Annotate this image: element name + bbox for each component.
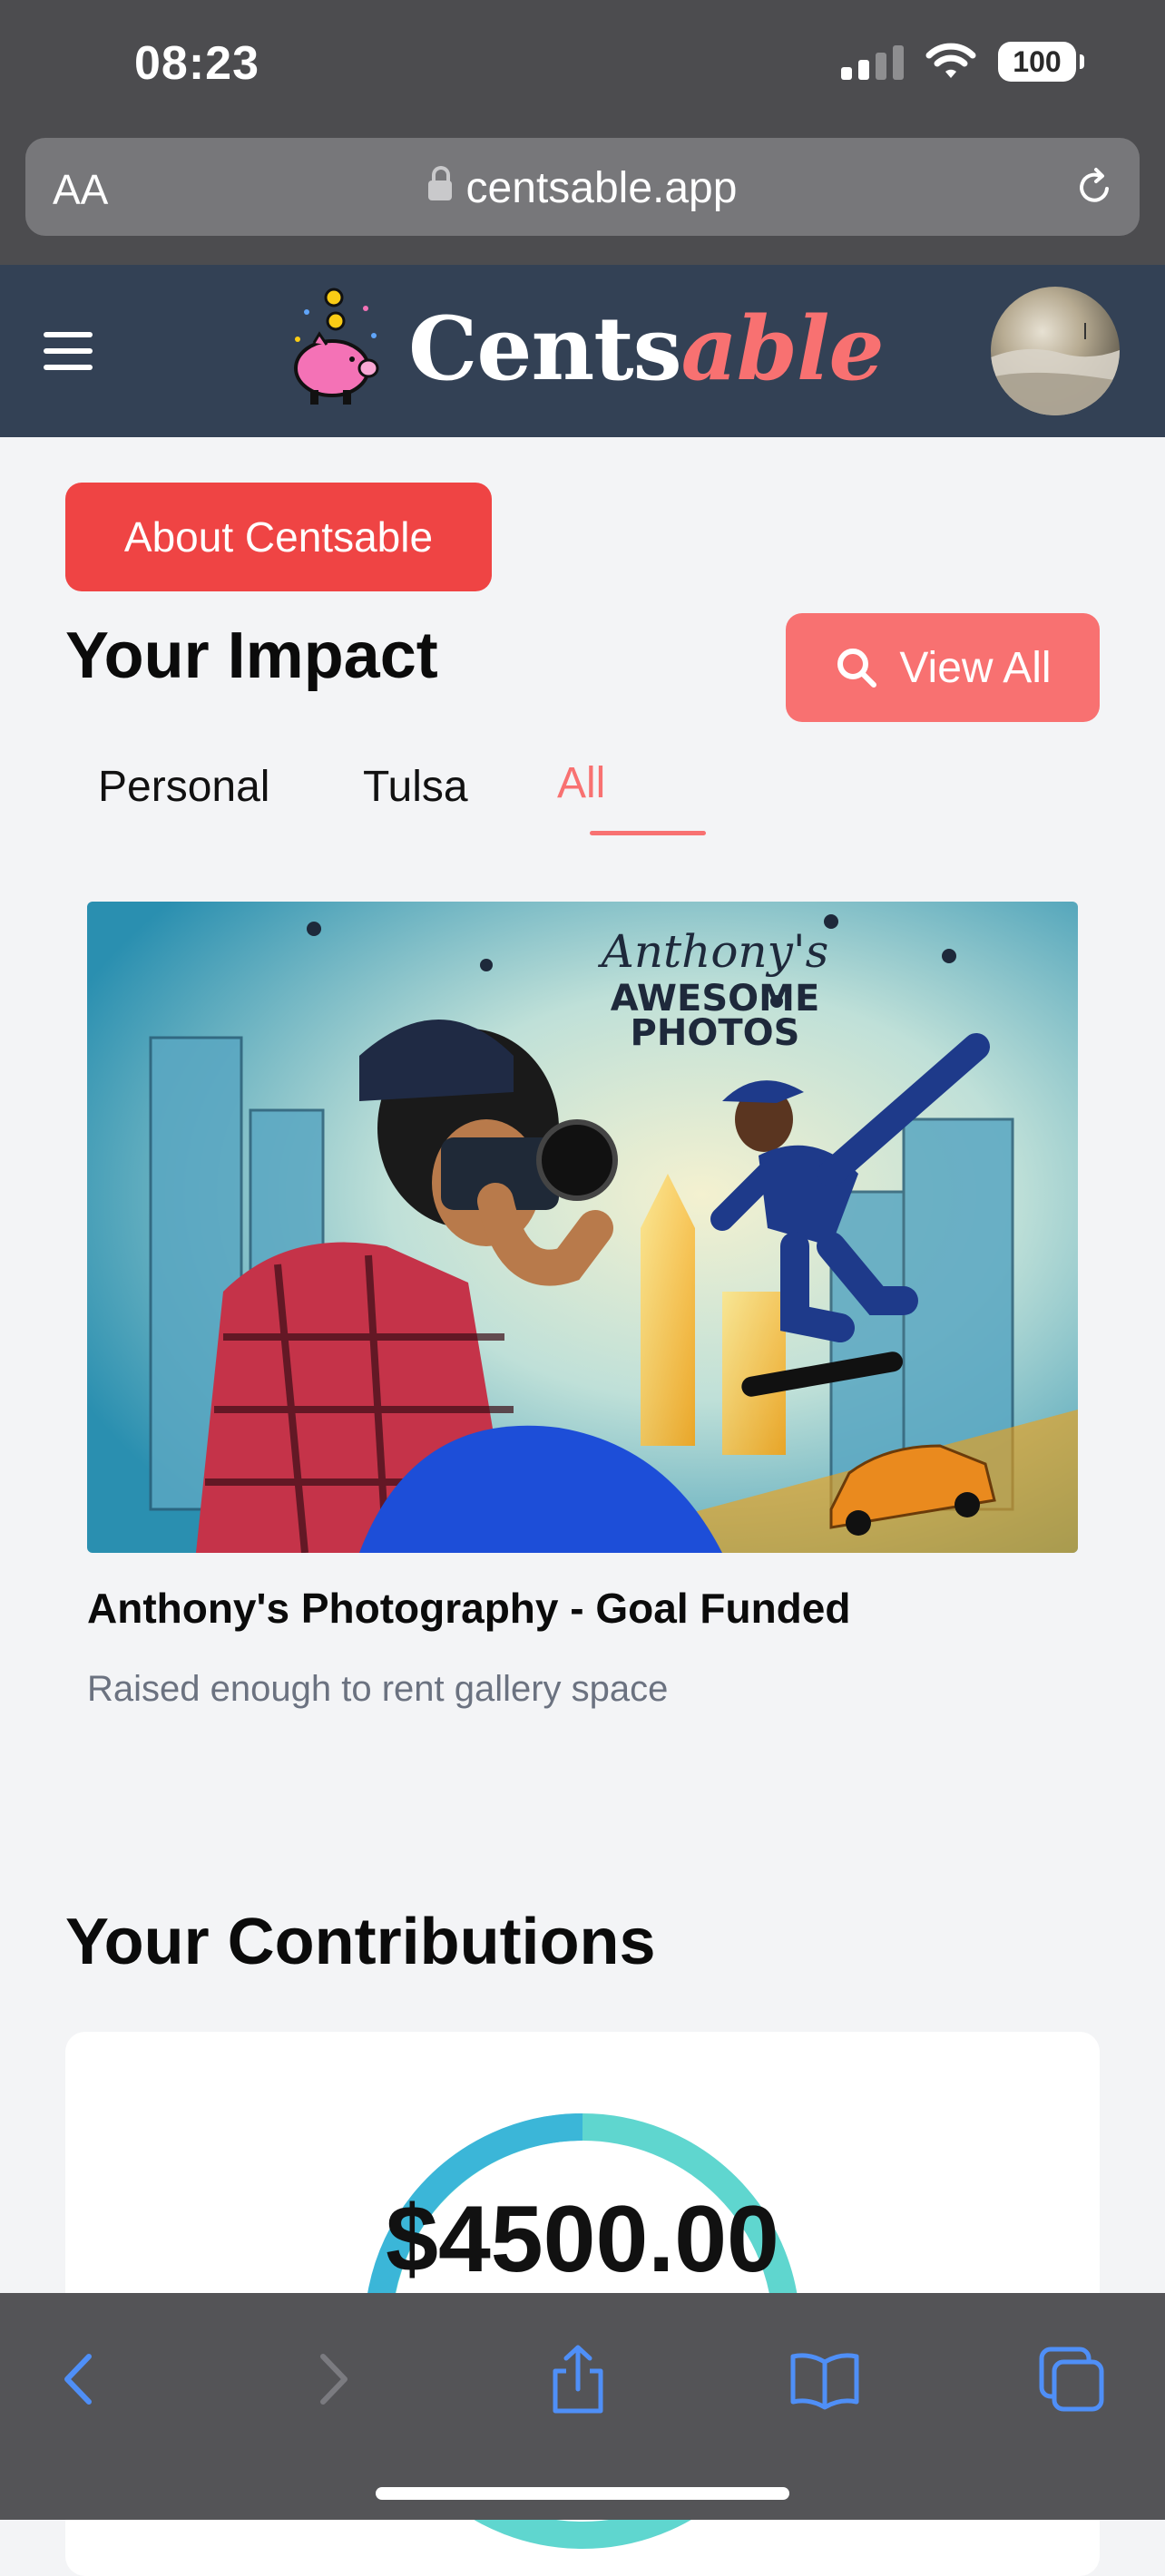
impact-card-title[interactable]: Anthony's Photography - Goal Funded (87, 1584, 850, 1633)
impact-card-subtitle: Raised enough to rent gallery space (87, 1669, 669, 1709)
signal-icon (841, 44, 904, 80)
active-tab-indicator (590, 831, 706, 835)
forward-icon[interactable] (296, 2342, 370, 2416)
lock-icon (427, 166, 452, 200)
app-header: Centsable (0, 265, 1165, 437)
poster-title-line3: PHOTOS (631, 1012, 800, 1054)
poster-title-script: Anthony's (598, 925, 829, 978)
share-icon[interactable] (541, 2342, 615, 2416)
tabs-icon[interactable] (1034, 2342, 1109, 2416)
reload-icon[interactable] (1072, 165, 1116, 209)
url-text: centsable.app (465, 164, 738, 212)
impact-tabs: Personal Tulsa All (65, 753, 706, 835)
view-all-label: View All (899, 643, 1052, 692)
back-icon[interactable] (42, 2342, 116, 2416)
tab-personal[interactable]: Personal (98, 762, 269, 812)
impact-card-image[interactable]: Anthony's AWESOME PHOTOS (87, 902, 1078, 1553)
tab-all[interactable]: All (557, 758, 605, 808)
status-icons: 100 (841, 42, 1084, 82)
piggy-bank-icon (294, 288, 379, 405)
logo[interactable]: Centsable (279, 285, 885, 412)
browser-bottom-bar (0, 2293, 1165, 2520)
about-centsable-button[interactable]: About Centsable (65, 483, 492, 591)
contributions-total: $4500.00 (386, 2187, 779, 2292)
logo-text-accent: able (680, 297, 885, 400)
avatar[interactable] (991, 287, 1120, 415)
address-bar[interactable]: AA centsable.app (25, 138, 1140, 236)
battery-icon: 100 (998, 42, 1084, 82)
logo-wordmark: Centsable (408, 297, 885, 400)
view-all-button[interactable]: View All (786, 613, 1100, 722)
contributions-section-title: Your Contributions (65, 1906, 656, 1978)
url-display[interactable]: centsable.app (25, 163, 1140, 213)
status-bar: 08:23 100 (0, 0, 1165, 136)
browser-toolbar: AA centsable.app (0, 136, 1165, 265)
impact-section-title: Your Impact (65, 620, 438, 692)
wifi-icon (925, 43, 976, 78)
menu-icon[interactable] (44, 332, 93, 381)
status-time: 08:23 (134, 37, 259, 90)
search-icon (837, 649, 877, 688)
logo-text-primary: Cents (408, 297, 682, 400)
home-indicator (376, 2487, 789, 2500)
bookmarks-icon[interactable] (788, 2342, 862, 2416)
tab-tulsa[interactable]: Tulsa (363, 762, 468, 812)
